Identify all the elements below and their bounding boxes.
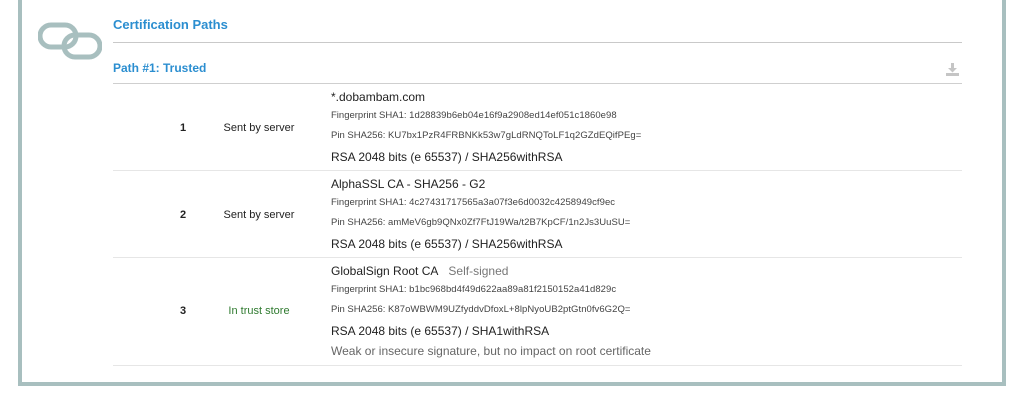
certificate-table: 1 Sent by server *.dobambam.com Fingerpr… [113, 84, 962, 366]
cert-pin: Pin SHA256: amMeV6gb9QNx0Zf7FtJ19Wa/t2B7… [331, 217, 631, 228]
cert-source: Sent by server [223, 122, 295, 134]
table-row: 2 Sent by server AlphaSSL CA - SHA256 - … [113, 171, 962, 258]
cert-number: 1 [179, 122, 187, 134]
download-icon[interactable] [946, 63, 959, 76]
cert-fingerprint: Fingerprint SHA1: b1bc968bd4f49d622aa89a… [331, 284, 617, 295]
cert-pin: Pin SHA256: K87oWBWM9UZfyddvDfoxL+8lpNyo… [331, 304, 631, 315]
cert-key: RSA 2048 bits (e 65537) / SHA1withRSA [331, 324, 550, 338]
cert-warning: Weak or insecure signature, but no impac… [331, 344, 651, 358]
cert-subject: AlphaSSL CA - SHA256 - G2 [331, 177, 486, 191]
cert-details: GlobalSign Root CA Self-signed Fingerprin… [331, 264, 962, 364]
cert-source: Sent by server [223, 209, 295, 221]
table-row: 3 In trust store GlobalSign Root CA Self-… [113, 258, 962, 366]
cert-number: 2 [179, 209, 187, 221]
cert-source: In trust store [228, 305, 290, 317]
cert-key: RSA 2048 bits (e 65537) / SHA256withRSA [331, 150, 563, 164]
divider [113, 42, 962, 43]
cert-key: RSA 2048 bits (e 65537) / SHA256withRSA [331, 237, 563, 251]
path-title: Path #1: Trusted [113, 61, 207, 75]
cert-details: AlphaSSL CA - SHA256 - G2 Fingerprint SH… [331, 177, 962, 257]
table-row: 1 Sent by server *.dobambam.com Fingerpr… [113, 84, 962, 171]
cert-number: 3 [179, 305, 187, 317]
section-title: Certification Paths [113, 17, 228, 32]
chain-link-icon [38, 22, 102, 60]
cert-details: *.dobambam.com Fingerprint SHA1: 1d28839… [331, 90, 962, 170]
cert-fingerprint: Fingerprint SHA1: 1d28839b6eb04e16f9a290… [331, 110, 617, 121]
cert-fingerprint: Fingerprint SHA1: 4c27431717565a3a07f3e6… [331, 197, 616, 208]
cert-subject: *.dobambam.com [331, 90, 426, 104]
cert-subject: GlobalSign Root CA Self-signed [331, 264, 509, 278]
self-signed-label: Self-signed [448, 264, 509, 278]
cert-pin: Pin SHA256: KU7bx1PzR4FRBNKk53w7gLdRNQTo… [331, 130, 642, 141]
